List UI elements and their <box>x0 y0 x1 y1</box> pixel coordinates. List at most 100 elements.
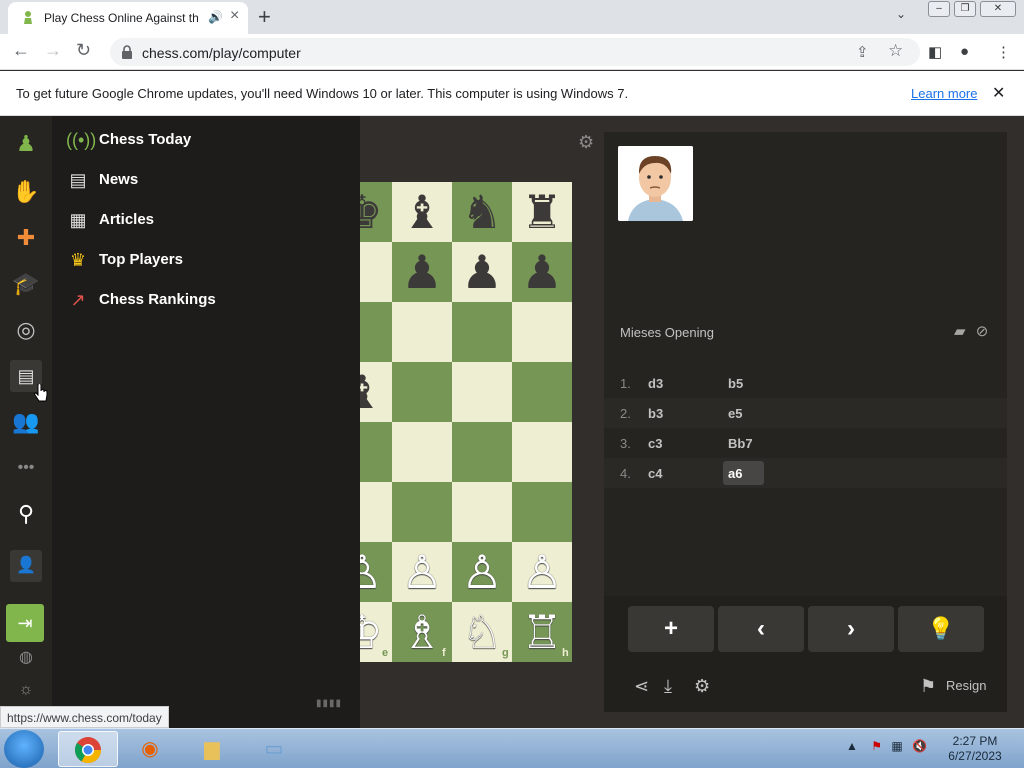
white-move[interactable]: c4 <box>648 466 662 481</box>
search-icon[interactable]: ⚲ <box>10 498 42 530</box>
left-nav-rail: ♟ ✋ ✚ 🎓 ◎ ▤ 👥 ••• ⚲ 👤 ⇥ ◍ ☼ <box>0 116 52 728</box>
black-piece[interactable]: ♝ <box>392 182 452 242</box>
theme-sun-icon[interactable]: ☼ <box>10 674 42 706</box>
language-globe-icon[interactable]: ◍ <box>10 642 42 674</box>
back-arrow-icon[interactable]: ← <box>12 40 30 61</box>
white-move[interactable]: b3 <box>648 406 663 421</box>
restore-button[interactable]: ❐ <box>954 1 976 17</box>
system-clock[interactable]: 2:27 PM 6/27/2023 <box>944 734 1006 764</box>
opening-book-icon[interactable]: ▰ <box>954 323 966 340</box>
black-piece[interactable]: ♞ <box>452 182 512 242</box>
board-square[interactable] <box>392 302 452 362</box>
chess-board[interactable]: ♚ ♝ ♞ ♜ ♟ ♟ ♟ ♝ ♙ ♙ ♙ ♙ ♔ e ♗ f ♘ g ♖ h <box>360 182 572 662</box>
bookmark-star-icon[interactable]: ☆ <box>888 41 903 61</box>
board-square[interactable] <box>512 482 572 542</box>
share-icon[interactable]: ⇪ <box>856 43 869 61</box>
play-hand-icon[interactable]: ✋ <box>10 176 42 208</box>
white-piece[interactable]: ♙ <box>392 542 452 602</box>
black-piece[interactable]: ♚ <box>360 182 392 242</box>
board-square[interactable] <box>360 482 392 542</box>
taskbar-firefox-icon[interactable]: ◉ <box>120 731 180 767</box>
game-controls: + ‹ › 💡 ⋖ ⤓ ⚙ ⚑ Resign <box>604 596 1007 712</box>
black-piece[interactable]: ♟ <box>452 242 512 302</box>
black-move[interactable]: e5 <box>728 406 742 421</box>
next-move-button[interactable]: › <box>808 606 894 652</box>
kebab-menu-icon[interactable]: ⋮ <box>996 43 1011 61</box>
infobar-close-icon[interactable]: ✕ <box>992 83 1005 103</box>
white-piece[interactable]: ♙ <box>360 542 392 602</box>
taskbar-explorer-folder-icon[interactable]: ▆ <box>182 731 242 767</box>
learn-cap-icon[interactable]: 🎓 <box>10 268 42 300</box>
black-move[interactable]: Bb7 <box>728 436 753 451</box>
selected-black-move[interactable]: a6 <box>723 461 764 485</box>
black-piece[interactable]: ♟ <box>392 242 452 302</box>
black-move[interactable]: b5 <box>728 376 743 391</box>
address-bar[interactable]: chess.com/play/computer ⇪ ☆ <box>110 38 920 66</box>
side-panel-icon[interactable]: ◧ <box>928 43 942 61</box>
forward-arrow-icon[interactable]: → <box>44 40 62 61</box>
board-settings-gear-icon[interactable]: ⚙ <box>578 132 594 153</box>
newspaper-icon: ▤ <box>69 170 87 190</box>
tray-expand-icon[interactable]: ▲ <box>846 739 858 753</box>
white-move[interactable]: d3 <box>648 376 663 391</box>
move-row: 1. d3 b5 <box>604 368 1007 398</box>
black-piece[interactable]: ♜ <box>512 182 572 242</box>
browser-tab[interactable]: Play Chess Online Against th 🔊 × <box>8 2 248 34</box>
board-square[interactable] <box>392 362 452 422</box>
board-square[interactable] <box>512 362 572 422</box>
network-icon[interactable]: ▦ <box>891 739 902 753</box>
share-icon[interactable]: ⋖ <box>634 676 649 697</box>
minimize-button[interactable]: – <box>928 1 950 17</box>
file-label: e <box>382 647 389 659</box>
login-button[interactable]: ⇥ <box>6 604 44 642</box>
white-piece[interactable]: ♙ <box>452 542 512 602</box>
taskbar-chrome-icon[interactable] <box>58 731 118 767</box>
board-square[interactable] <box>452 302 512 362</box>
puzzles-icon[interactable]: ✚ <box>10 222 42 254</box>
profile-avatar-icon[interactable]: ● <box>960 43 969 60</box>
more-ellipsis-icon[interactable]: ••• <box>10 452 42 484</box>
start-button-icon[interactable] <box>4 730 44 768</box>
tab-search-chevron-icon[interactable]: ⌄ <box>896 7 906 21</box>
action-center-flag-icon[interactable]: ⚑ <box>871 739 882 753</box>
volume-muted-icon[interactable]: 🔇 <box>912 739 927 753</box>
download-icon[interactable]: ⤓ <box>664 676 672 697</box>
status-url-bubble: https://www.chess.com/today <box>0 706 169 728</box>
black-piece[interactable]: ♟ <box>512 242 572 302</box>
black-piece[interactable]: ♝ <box>360 362 392 422</box>
board-square[interactable] <box>360 242 392 302</box>
chess-logo-pawn-icon[interactable]: ♟ <box>10 128 42 160</box>
board-square[interactable] <box>452 482 512 542</box>
reload-icon[interactable]: ↻ <box>76 40 91 61</box>
board-square[interactable] <box>392 422 452 482</box>
tab-close-icon[interactable]: × <box>230 7 239 25</box>
crown-icon: ♛ <box>69 250 87 270</box>
explorer-compass-icon[interactable]: ⊘ <box>976 323 989 340</box>
add-user-icon[interactable]: 👤 <box>10 550 42 582</box>
board-square[interactable] <box>360 422 392 482</box>
taskbar-notepad-icon[interactable]: ▭ <box>244 731 304 767</box>
watch-binoculars-icon[interactable]: ◎ <box>10 314 42 346</box>
url-text: chess.com/play/computer <box>142 45 301 61</box>
resize-handle-icon[interactable]: ▮▮▮▮ <box>316 698 342 709</box>
flyout-item-label: Articles <box>99 211 155 228</box>
board-square[interactable] <box>360 302 392 362</box>
browser-toolbar: ← → ↻ chess.com/play/computer ⇪ ☆ ◧ ● ⋮ <box>0 34 1024 70</box>
new-game-plus-button[interactable]: + <box>628 606 714 652</box>
board-square[interactable] <box>452 362 512 422</box>
board-square[interactable] <box>512 422 572 482</box>
tab-audio-icon[interactable]: 🔊 <box>208 10 223 24</box>
social-icon[interactable]: 👥 <box>10 406 42 438</box>
board-square[interactable] <box>452 422 512 482</box>
board-square[interactable] <box>512 302 572 362</box>
new-tab-button[interactable]: + <box>258 4 271 30</box>
learn-more-link[interactable]: Learn more <box>911 86 977 101</box>
window-close-button[interactable]: ✕ <box>980 1 1016 17</box>
white-piece[interactable]: ♙ <box>512 542 572 602</box>
hint-lightbulb-button[interactable]: 💡 <box>898 606 984 652</box>
file-label: g <box>502 647 509 659</box>
white-move[interactable]: c3 <box>648 436 662 451</box>
previous-move-button[interactable]: ‹ <box>718 606 804 652</box>
board-square[interactable] <box>392 482 452 542</box>
settings-gear-icon[interactable]: ⚙ <box>694 676 710 697</box>
